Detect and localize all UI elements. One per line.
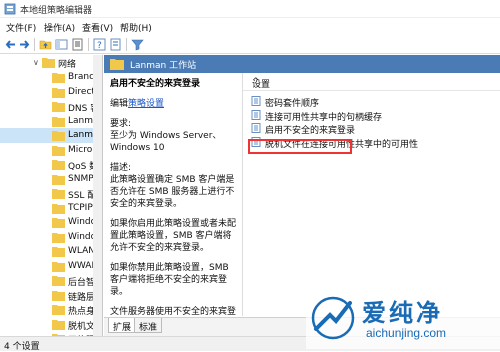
tree-item[interactable]: 后台智 [0,273,102,288]
setting-label: 密码套件顺序 [265,99,320,109]
collapse-chevron-icon[interactable]: ∨ [33,58,39,67]
forward-arrow-icon[interactable] [18,38,31,51]
folder-icon [52,73,65,83]
tree-scrollbar[interactable] [93,55,102,336]
show-hide-tree-icon[interactable] [55,38,68,51]
folder-icon [52,247,65,257]
requirements-text: 至少为 Windows Server、Windows 10 [110,131,222,153]
toolbar-separator [88,38,89,51]
svg-text:?: ? [97,41,102,51]
folder-icon [52,160,65,170]
folder-icon [52,261,65,272]
policy-description: 启用不安全的来宾登录 编辑策略设置 要求: 至少为 Windows Server… [104,73,242,316]
tree-item[interactable]: SNMP [0,172,102,187]
panel-header: Lanman 工作站 [104,55,500,73]
setting-label: 连接可用性共享中的句柄缓存 [265,112,383,123]
folder-icon [52,145,65,156]
tree-item[interactable]: Direct [0,85,102,100]
folder-icon [52,276,65,286]
folder-icon [52,290,65,301]
tree-item[interactable]: Windo [0,230,102,245]
menu-help[interactable]: 帮助(H) [120,21,152,34]
requirements-label: 要求: [110,119,132,129]
policy-setting-icon [251,96,261,106]
watermark-logo-icon [311,296,355,340]
group-policy-editor-window: 本地组策略编辑器 文件(F) 操作(A) 查看(V) 帮助(H) ? ∨ 网络 … [0,0,500,352]
up-folder-icon[interactable] [39,38,52,51]
title-bar: 本地组策略编辑器 [0,0,500,18]
setting-row[interactable]: 启用不安全的来宾登录 [243,122,493,136]
folder-open-icon [42,58,55,68]
folder-icon [52,174,65,185]
status-text: 4 个设置 [4,342,40,352]
help-icon[interactable]: ? [93,38,106,51]
tab-standard[interactable]: 标准 [134,318,163,333]
policy-title: 启用不安全的来宾登录 [110,79,201,89]
policy-setting-icon [251,123,261,133]
tree-item[interactable]: WLAN [0,244,102,259]
description-paragraph-2: 如果你启用此策略设置或者未配置此策略设置，SMB 客户端将允许不安全的来宾登录。 [110,219,237,253]
tree-item[interactable]: QoS 数 [0,157,102,172]
watermark-url: aichunjing.com [366,326,447,340]
tree-item[interactable]: TCPIP [0,201,102,216]
window-title: 本地组策略编辑器 [20,6,93,16]
menu-action[interactable]: 操作(A) [44,21,75,34]
back-arrow-icon[interactable] [4,38,17,51]
toolbar: ? [0,35,500,54]
tree-item[interactable]: Brancl [0,70,102,85]
policy-setting-icon [251,109,261,120]
folder-icon [52,203,65,214]
edit-policy-line: 编辑策略设置 [110,98,236,110]
watermark-brand: 爱纯净 [362,299,443,327]
tree-item[interactable]: DNS 客 [0,99,102,114]
tree-item[interactable]: Micro [0,143,102,158]
folder-icon [110,59,124,70]
edit-prefix: 编辑 [110,99,129,109]
folder-icon [52,116,65,127]
description-label: 描述: [110,163,132,173]
panel-header-title: Lanman 工作站 [130,61,197,71]
toolbar-separator [126,38,127,51]
folder-icon [52,87,65,98]
app-icon [4,3,16,15]
tree-item[interactable]: Windo [0,215,102,230]
folder-icon [52,232,65,243]
folder-icon [52,189,65,199]
folder-icon [52,218,65,228]
description-paragraph-4: 文件服务器使用不安全的来宾登录允许在未经身份验证的情况下访问共享文件夹 [110,307,237,316]
tree-item[interactable]: Lanma [0,114,102,129]
setting-label: 启用不安全的来宾登录 [265,126,356,136]
sort-caret-icon: ^ [252,77,260,87]
tree-item-network[interactable]: ∨ 网络 [0,55,102,70]
menu-file[interactable]: 文件(F) [6,21,36,34]
tree-item[interactable]: 热点身 [0,302,102,317]
toolbar-separator [34,38,35,51]
folder-icon [52,102,65,112]
properties-icon[interactable] [109,38,122,51]
setting-row[interactable]: 密码套件顺序 [243,95,493,109]
setting-row[interactable]: 连接可用性共享中的句柄缓存 [243,109,493,123]
menu-view[interactable]: 查看(V) [82,21,113,34]
tab-extended[interactable]: 扩展 [108,318,137,333]
folder-icon [52,319,65,330]
watermark: 爱纯净 aichunjing.com [306,293,500,349]
settings-list[interactable]: 设置 ^ 密码套件顺序 连接可用性共享中的句柄缓存 启用不安全的来宾登录 脱机文件在连… [242,73,500,316]
filter-icon[interactable] [131,38,144,51]
tree-item[interactable]: 链路层 [0,288,102,303]
tree-item[interactable]: WWAI [0,259,102,274]
tree-item[interactable]: 脱机文 [0,317,102,332]
tree-item[interactable]: Lanma [0,128,102,143]
folder-icon [52,305,65,315]
edit-policy-link[interactable]: 策略设置 [128,99,164,109]
folder-icon [52,131,65,141]
list-column-header[interactable]: 设置 ^ [243,73,500,91]
menu-bar: 文件(F) 操作(A) 查看(V) 帮助(H) [0,18,500,35]
description-paragraph-3: 如果你禁用此策略设置，SMB 客户端将拒绝不安全的来宾登录。 [110,263,229,297]
tree-item-label: 网络 [58,60,77,70]
navigation-tree[interactable]: ∨ 网络 Brancl Direct DNS 客 Lanma Lanma Micro QoS… [0,55,103,336]
export-list-icon[interactable] [71,38,84,51]
tree-item[interactable]: SSL 配 [0,186,102,201]
description-paragraph-1: 此策略设置确定 SMB 客户端是否允许在 SMB 服务器上进行不安全的来宾登录。 [110,175,235,209]
highlight-box [248,139,352,154]
